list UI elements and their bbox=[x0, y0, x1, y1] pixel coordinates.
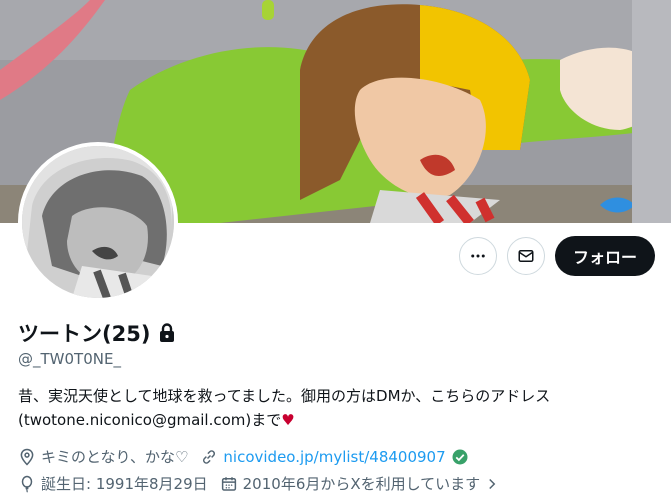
joined-item[interactable]: 2010年6月からXを利用しています bbox=[220, 473, 500, 494]
envelope-icon bbox=[518, 250, 534, 262]
profile-bio: 昔、実況天使として地球を救ってました。御用の方はDMか、こちらのアドレス(two… bbox=[18, 384, 658, 432]
profile-meta-row-2: 誕生日: 1991年8月29日 2010年6月からXを利用しています bbox=[18, 473, 511, 494]
follow-button[interactable]: フォロー bbox=[554, 236, 655, 276]
lock-icon bbox=[160, 323, 175, 342]
display-name: ツートン(25) bbox=[18, 322, 151, 346]
website-item[interactable]: nicovideo.jp/mylist/48400907 bbox=[200, 448, 468, 466]
chevron-right-icon bbox=[489, 478, 496, 489]
location-item: キミのとなり、かな♡ bbox=[18, 446, 188, 467]
birthday-item: 誕生日: 1991年8月29日 bbox=[18, 473, 208, 494]
location-pin-icon bbox=[20, 448, 34, 466]
calendar-icon bbox=[221, 476, 236, 491]
avatar[interactable] bbox=[18, 142, 178, 302]
balloon-icon bbox=[21, 475, 33, 493]
birthday-text: 誕生日: 1991年8月29日 bbox=[41, 475, 208, 493]
more-button[interactable] bbox=[458, 237, 497, 275]
user-handle: @_TW0T0NE_ bbox=[18, 350, 121, 368]
profile-meta-row-1: キミのとなり、かな♡ nicovideo.jp/mylist/48400907 bbox=[18, 446, 481, 467]
profile-actions: フォロー bbox=[458, 236, 655, 276]
website-link[interactable]: nicovideo.jp/mylist/48400907 bbox=[223, 448, 445, 466]
profile-name-row: ツートン(25) bbox=[18, 318, 176, 348]
more-horizontal-icon bbox=[471, 254, 485, 258]
link-icon bbox=[203, 449, 216, 464]
verified-check-icon bbox=[452, 449, 468, 464]
message-button[interactable] bbox=[506, 237, 545, 275]
joined-text: 2010年6月からXを利用しています bbox=[242, 475, 481, 493]
location-text: キミのとなり、かな♡ bbox=[41, 448, 189, 466]
heart-emoji: ♥ bbox=[281, 411, 295, 429]
